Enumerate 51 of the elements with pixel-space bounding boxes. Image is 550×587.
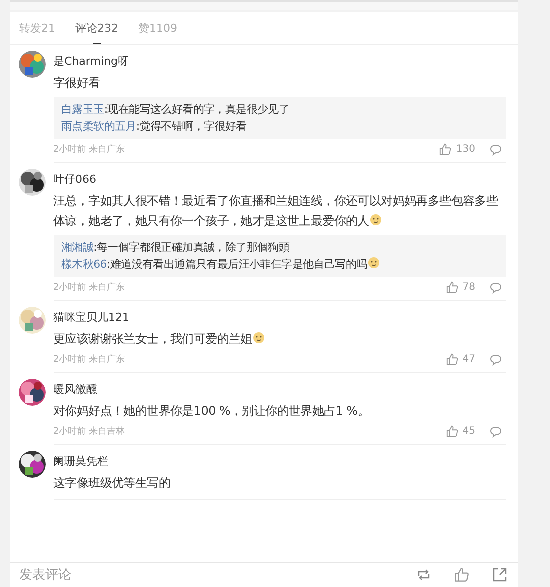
reply-text: 雨点柔软的五月:觉得不错啊，字很好看	[62, 119, 247, 135]
comment-text: 对你妈好点！她的世界你是100 %，别让你的世界她占1 %。	[54, 403, 370, 420]
like-button[interactable]: 45	[446, 425, 476, 438]
tab[interactable]: 转发21	[20, 12, 56, 44]
like-button[interactable]	[454, 567, 470, 583]
thumbs-up-icon	[439, 143, 452, 156]
emoji-icon	[368, 257, 380, 269]
comment-icon	[490, 144, 502, 156]
reply-button[interactable]	[490, 426, 502, 438]
emoji-icon	[253, 332, 266, 344]
reply-button[interactable]	[490, 144, 502, 156]
comment-meta: 2小时前 来自吉林	[54, 426, 126, 438]
thumbs-up-icon	[446, 281, 459, 294]
comment-text: 更应该谢谢张兰女士，我们可爱的兰姐	[54, 329, 270, 349]
user-name[interactable]: 叶仔066	[54, 172, 96, 187]
repost-icon	[416, 567, 432, 583]
user-name[interactable]: 是Charming呀	[54, 54, 129, 69]
comment-meta: 2小时前 来自广东	[54, 354, 126, 366]
comment-icon	[490, 282, 502, 294]
reply-text: 樣木秋66:难道没有看出通篇只有最后汪小菲仨字是他自己写的吗	[62, 256, 380, 273]
reply-user-link[interactable]: 雨点柔软的五月	[62, 120, 136, 133]
like-button[interactable]: 130	[439, 143, 476, 156]
user-name[interactable]: 猫咪宝贝儿121	[54, 310, 130, 325]
comment-text: 这字像班级优等生写的	[54, 475, 172, 492]
reply-text: 湘湘誠:每一個字都很正確加真誠，除了那個狗頭	[62, 240, 290, 256]
comment-text: 汪总，字如其人很不错！最近看了你直播和兰姐连线，你还可以对妈妈再多些包容多些体谅，她老了，她只有你一个孩子，她才是这世上最爱你的人	[54, 193, 500, 230]
comment-input[interactable]: 发表评论	[20, 568, 140, 582]
user-name[interactable]: 暖风微醺	[54, 382, 98, 397]
thumbs-up-icon	[446, 353, 459, 366]
reply-user-link[interactable]: 湘湘誠	[62, 241, 94, 254]
reply-user-link[interactable]: 白露玉玉	[62, 103, 104, 116]
share-icon	[492, 567, 508, 583]
like-button[interactable]: 47	[446, 353, 476, 366]
comment-meta: 2小时前 来自广东	[54, 144, 126, 156]
emoji-icon	[370, 214, 382, 226]
thumbs-up-icon	[446, 425, 459, 438]
user-name[interactable]: 阑珊莫凭栏	[54, 454, 108, 469]
comment-icon	[490, 426, 502, 438]
comment-icon	[490, 354, 502, 366]
like-button[interactable]: 78	[446, 281, 476, 294]
reply-button[interactable]	[490, 354, 502, 366]
tab[interactable]: 赞1109	[138, 12, 178, 44]
comment-text: 字很好看	[54, 75, 102, 92]
reply-user-link[interactable]: 樣木秋66	[62, 258, 107, 271]
comment-meta: 2小时前 来自广东	[54, 282, 126, 294]
tab[interactable]: 评论232	[76, 12, 118, 44]
repost-button[interactable]	[416, 567, 432, 583]
share-button[interactable]	[492, 567, 508, 583]
reply-text: 白露玉玉:现在能写这么好看的字，真是很少见了	[62, 102, 290, 118]
thumbs-up-icon	[454, 567, 470, 583]
reply-button[interactable]	[490, 282, 502, 294]
